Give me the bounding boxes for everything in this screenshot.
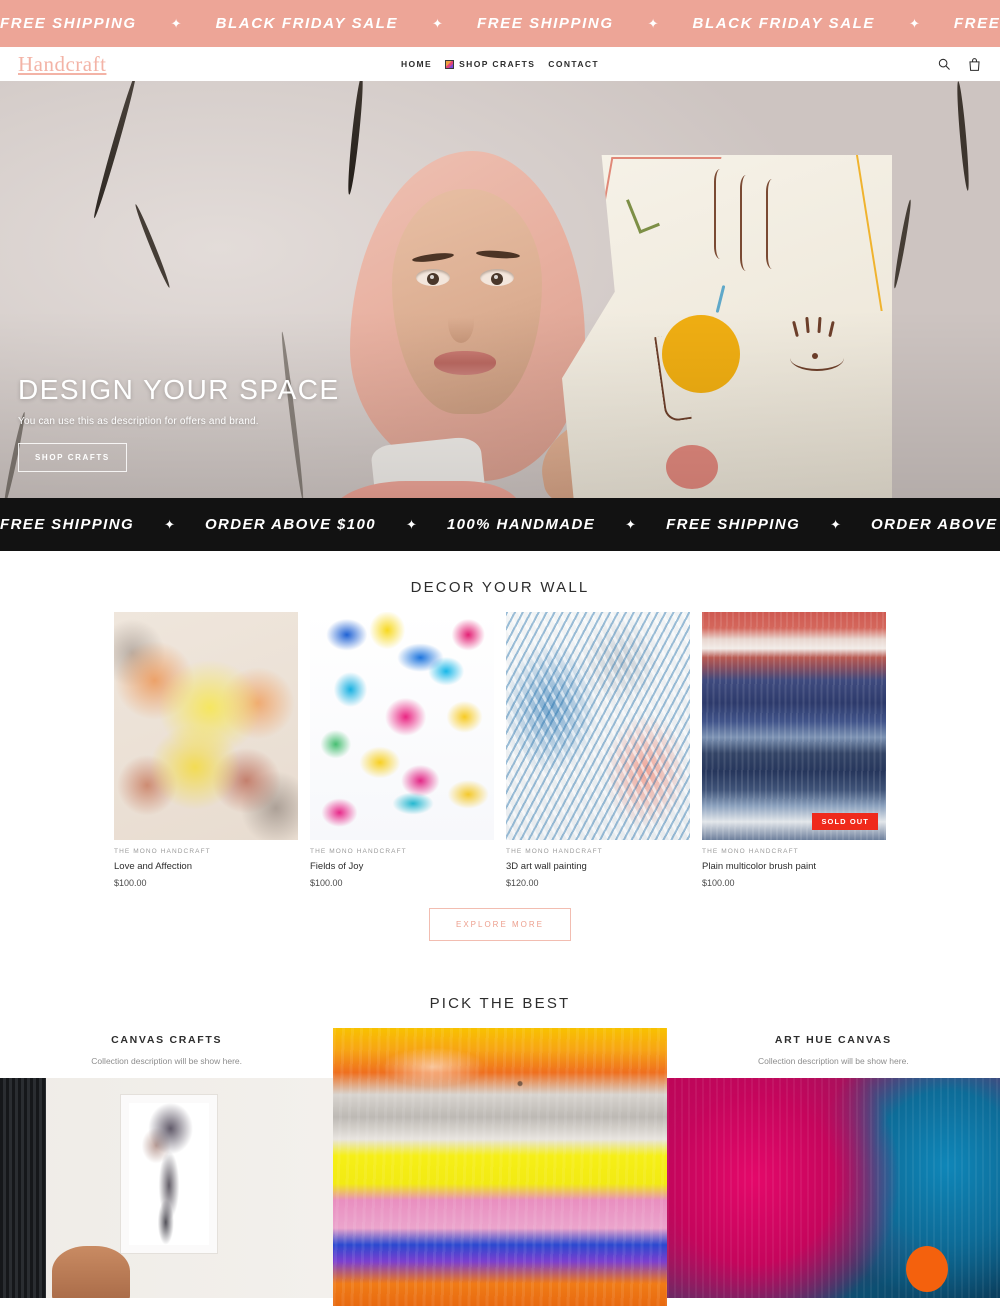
announcement-item: FREE SHIPPING (476, 15, 614, 32)
announcement-item: BLACK FRIDAY SALE (692, 15, 875, 32)
promo-item: FREE SHIPPING (666, 516, 801, 533)
shopping-bag-icon[interactable] (966, 56, 982, 72)
collection-title: CANVAS CRAFTS (111, 1034, 223, 1046)
announcement-bar: FREE SHIPPING ✦ BLACK FRIDAY SALE ✦ FREE… (0, 0, 1000, 47)
promo-marquee: FREE SHIPPING ✦ ORDER ABOVE $100 ✦ 100% … (0, 516, 1000, 533)
nav-item-contact[interactable]: CONTACT (548, 59, 599, 69)
nav-item-shop-crafts[interactable]: SHOP CRAFTS (445, 59, 535, 69)
hero-subtitle: You can use this as description for offe… (18, 416, 259, 427)
product-grid: THE MONO HANDCRAFT Love and Affection $1… (0, 612, 1000, 888)
product-card[interactable]: THE MONO HANDCRAFT Fields of Joy $100.00 (310, 612, 494, 888)
collection-card-art-hue-canvas[interactable]: ART HUE CANVAS Collection description wi… (666, 1028, 1000, 1298)
site-logo[interactable]: Handcraft (18, 53, 106, 75)
product-price: $100.00 (310, 878, 343, 888)
explore-more-button[interactable]: EXPLORE MORE (428, 908, 571, 941)
diamond-separator-icon: ✦ (164, 516, 175, 532)
product-title[interactable]: Fields of Joy (310, 861, 494, 872)
collection-card-canvas-crafts[interactable]: CANVAS CRAFTS Collection description wil… (0, 1028, 334, 1298)
promo-item: ORDER ABOVE $100 (871, 516, 1000, 533)
hero-content: DESIGN YOUR SPACE You can use this as de… (18, 374, 340, 472)
header-actions (936, 56, 982, 72)
products-section: DECOR YOUR WALL THE MONO HANDCRAFT Love … (0, 551, 1000, 967)
collection-description: Collection description will be show here… (757, 1056, 909, 1066)
product-card[interactable]: THE MONO HANDCRAFT Love and Affection $1… (114, 612, 298, 888)
product-image[interactable] (506, 612, 690, 840)
product-card[interactable]: THE MONO HANDCRAFT 3D art wall painting … (506, 612, 690, 888)
collection-header: CANVAS CRAFTS Collection description wil… (0, 1028, 333, 1078)
product-price: $120.00 (506, 878, 539, 888)
promo-item: 100% HANDMADE (446, 516, 596, 533)
announcement-item: BLACK FRIDAY SALE (215, 15, 399, 32)
nav-item-home[interactable]: HOME (401, 59, 432, 69)
promo-marquee-bar: FREE SHIPPING ✦ ORDER ABOVE $100 ✦ 100% … (0, 498, 1000, 551)
product-card[interactable]: SOLD OUT THE MONO HANDCRAFT Plain multic… (702, 612, 886, 888)
hero-title: DESIGN YOUR SPACE (18, 374, 340, 406)
hero-banner: DESIGN YOUR SPACE You can use this as de… (0, 81, 1000, 498)
hero-shop-crafts-button[interactable]: SHOP CRAFTS (18, 443, 127, 472)
product-title[interactable]: Plain multicolor brush paint (702, 861, 886, 872)
collection-title: ART HUE CANVAS (774, 1034, 892, 1046)
product-vendor: THE MONO HANDCRAFT (310, 848, 407, 855)
diamond-separator-icon: ✦ (432, 15, 443, 31)
product-image[interactable] (310, 612, 494, 840)
product-price: $100.00 (114, 878, 147, 888)
diamond-separator-icon: ✦ (647, 15, 659, 31)
nav-item-shop-crafts-label[interactable]: SHOP CRAFTS (459, 59, 535, 69)
product-price: $100.00 (702, 878, 735, 888)
products-section-title: DECOR YOUR WALL (410, 579, 590, 596)
diamond-separator-icon: ✦ (170, 15, 182, 31)
collections-grid: CANVAS CRAFTS Collection description wil… (0, 1028, 1000, 1306)
collection-header: ART HUE CANVAS Collection description wi… (667, 1028, 1000, 1078)
product-title[interactable]: Love and Affection (114, 861, 298, 872)
explore-more-wrapper: EXPLORE MORE (0, 888, 1000, 967)
diamond-separator-icon: ✦ (909, 15, 920, 31)
promo-item: FREE SHIPPING (0, 516, 135, 533)
collection-image[interactable] (666, 1078, 1000, 1298)
collection-image[interactable] (0, 1078, 334, 1298)
orange-dot-decoration (906, 1246, 948, 1292)
site-header: Handcraft HOME SHOP CRAFTS CONTACT (0, 47, 1000, 81)
product-vendor: THE MONO HANDCRAFT (702, 848, 799, 855)
collections-section: PICK THE BEST CANVAS CRAFTS Collection d… (0, 967, 1000, 1306)
product-vendor: THE MONO HANDCRAFT (114, 848, 211, 855)
collection-card-center[interactable] (333, 1028, 667, 1306)
diamond-separator-icon: ✦ (830, 516, 842, 532)
product-title[interactable]: 3D art wall painting (506, 861, 690, 872)
promo-item: ORDER ABOVE $100 (204, 516, 377, 533)
diamond-separator-icon: ✦ (406, 516, 417, 532)
status-badge-sold-out: SOLD OUT (812, 813, 878, 830)
product-image[interactable] (114, 612, 298, 840)
image-thumbnail-icon (445, 59, 455, 69)
announcement-marquee: FREE SHIPPING ✦ BLACK FRIDAY SALE ✦ FREE… (0, 15, 1000, 32)
announcement-item: FREE SHIPPING (953, 15, 1000, 32)
main-navigation: HOME SHOP CRAFTS CONTACT (0, 59, 1000, 69)
announcement-item: FREE SHIPPING (0, 15, 137, 32)
product-vendor: THE MONO HANDCRAFT (506, 848, 603, 855)
search-icon[interactable] (936, 56, 952, 72)
collection-image[interactable] (333, 1028, 667, 1306)
product-image[interactable]: SOLD OUT (702, 612, 886, 840)
collections-section-title: PICK THE BEST (429, 995, 571, 1012)
collection-description: Collection description will be show here… (91, 1056, 243, 1066)
diamond-separator-icon: ✦ (625, 516, 637, 532)
